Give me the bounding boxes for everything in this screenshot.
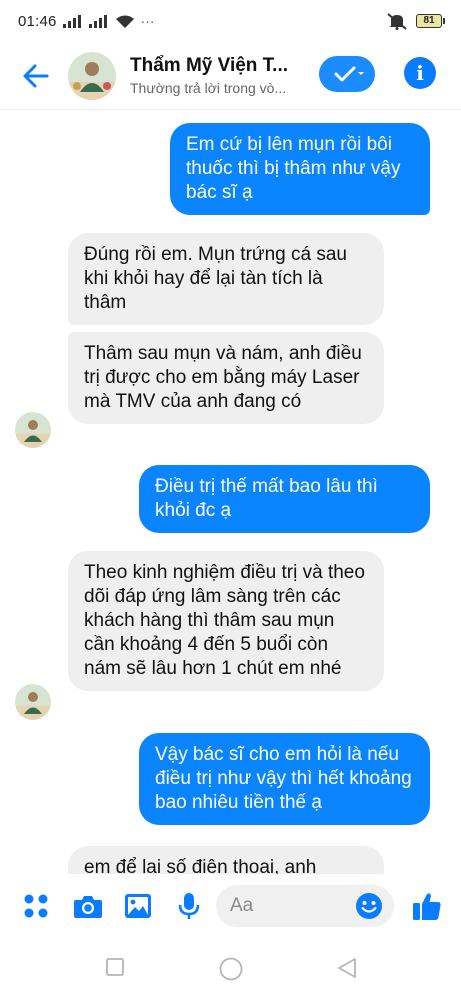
mute-icon (387, 13, 407, 30)
message-outgoing: Em cứ bị lên mụn rồi bôi thuốc thì bị th… (170, 123, 430, 215)
emoji-button[interactable] (351, 888, 387, 924)
contact-avatar[interactable] (68, 51, 116, 100)
recent-apps-icon (106, 958, 124, 976)
recent-apps-button[interactable] (106, 958, 124, 981)
info-button[interactable]: i (404, 57, 436, 89)
conversation-header: Thẩm Mỹ Viện T... Thường trả lời trong v… (0, 42, 461, 110)
battery-icon: 81 (416, 14, 445, 28)
contact-avatar-small (15, 412, 51, 448)
back-nav-icon (338, 958, 356, 978)
contact-name[interactable]: Thẩm Mỹ Viện T... (130, 55, 300, 77)
gallery-button[interactable] (120, 888, 156, 924)
video-call-button[interactable] (319, 56, 375, 92)
status-dots: ··· (140, 13, 155, 29)
like-button[interactable] (409, 888, 445, 924)
signal-icon (88, 15, 107, 28)
contact-avatar-small (15, 684, 51, 720)
camera-button[interactable] (70, 888, 106, 924)
wifi-icon (115, 15, 134, 28)
contact-status: Thường trả lời trong vò... (130, 80, 287, 96)
back-arrow-icon (23, 64, 49, 87)
message-incoming: Theo kinh nghiệm điều trị và theo dõi đá… (68, 551, 384, 691)
signal-icon (62, 15, 81, 28)
emoji-icon (356, 893, 382, 919)
home-button[interactable] (219, 957, 243, 986)
message-outgoing: Vậy bác sĩ cho em hỏi là nếu điều trị nh… (139, 733, 430, 825)
message-outgoing: Điều trị thế mất bao lâu thì khỏi đc ạ (139, 465, 430, 533)
video-call-icon (334, 66, 364, 82)
message-clip: em để lại số điện thoại, anh (0, 838, 461, 874)
microphone-icon (178, 893, 200, 919)
status-bar: 01:46 ··· 81 (0, 0, 461, 42)
apps-icon (24, 894, 48, 918)
voice-button[interactable] (171, 888, 207, 924)
thumbs-up-icon (413, 893, 441, 920)
message-incoming: em để lại số điện thoại, anh (68, 846, 384, 874)
back-nav-button[interactable] (337, 958, 357, 983)
home-icon (219, 957, 243, 981)
status-time: 01:46 (18, 12, 57, 30)
info-icon: i (416, 61, 424, 85)
composer-bar (0, 874, 461, 938)
message-incoming: Đúng rồi em. Mụn trứng cá sau khi khỏi h… (68, 233, 384, 325)
message-incoming: Thâm sau mụn và nám, anh điều trị được c… (68, 332, 384, 424)
camera-icon (74, 896, 102, 918)
apps-button[interactable] (18, 888, 54, 924)
back-button[interactable] (12, 52, 60, 100)
gallery-icon (125, 894, 151, 918)
system-nav-bar (0, 938, 461, 1000)
